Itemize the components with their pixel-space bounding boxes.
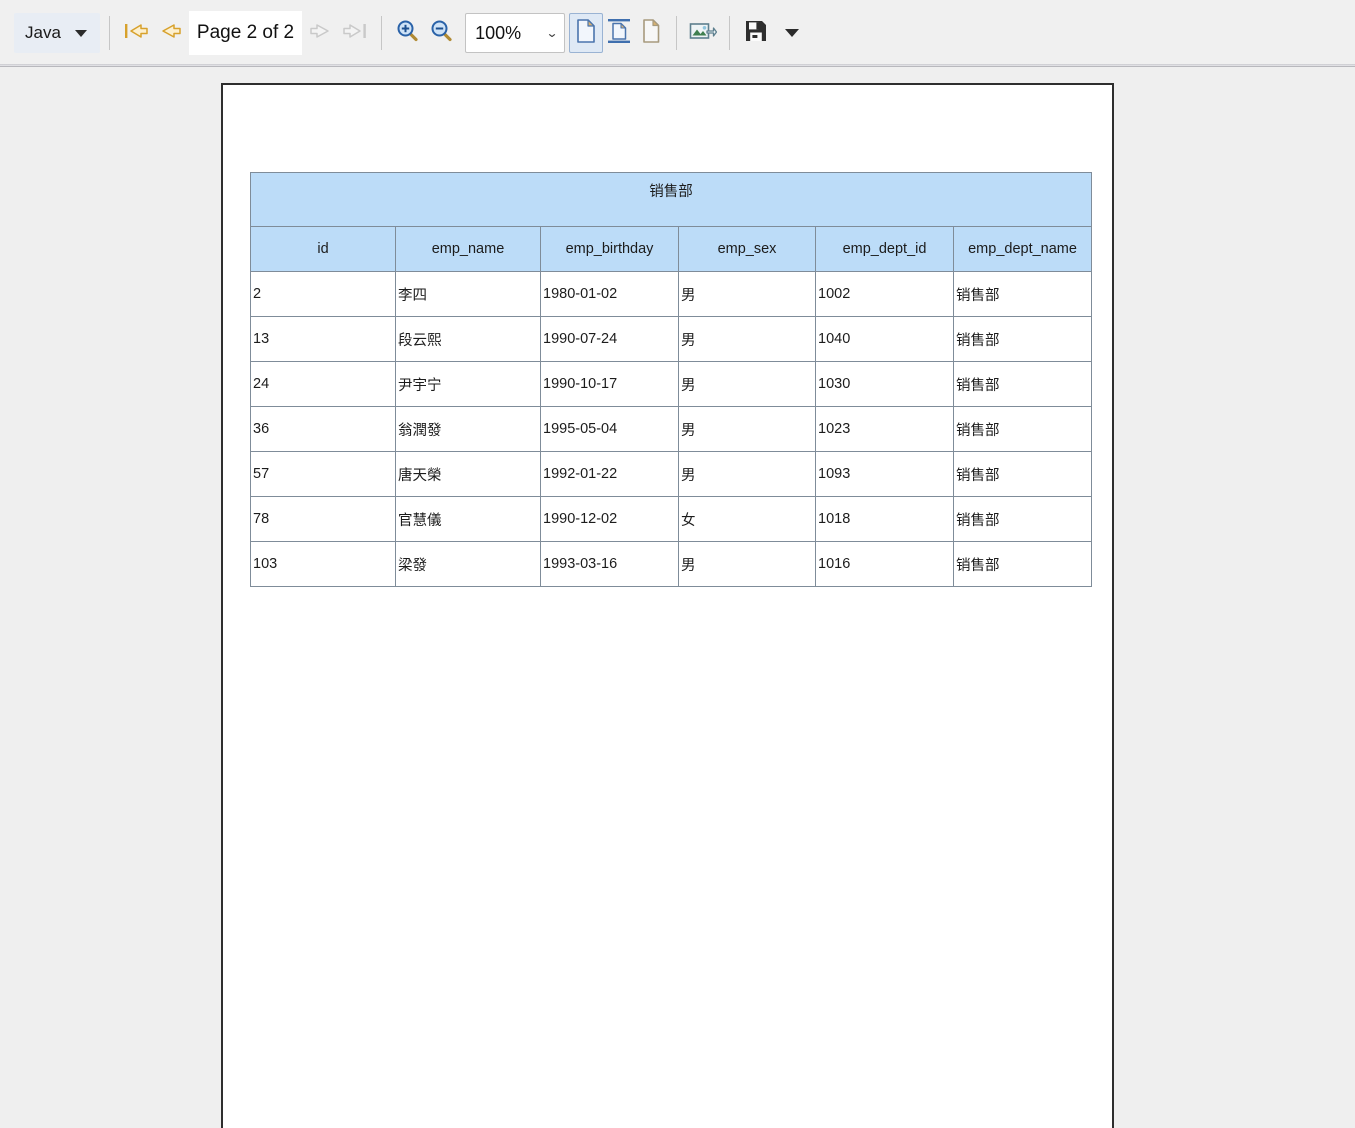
save-button[interactable] bbox=[739, 13, 773, 53]
cell-emp-birthday: 1980-01-02 bbox=[541, 272, 679, 317]
column-header-id: id bbox=[251, 227, 396, 272]
cell-emp-dept-id: 1016 bbox=[816, 542, 954, 587]
table-row: 103 梁發 1993-03-16 男 1016 销售部 bbox=[251, 542, 1092, 587]
zoom-level-value: 100% bbox=[475, 23, 521, 44]
cell-emp-name: 官慧儀 bbox=[396, 497, 541, 542]
table-row: 2 李四 1980-01-02 男 1002 销售部 bbox=[251, 272, 1092, 317]
column-header-emp-dept-name: emp_dept_name bbox=[954, 227, 1092, 272]
column-header-emp-name: emp_name bbox=[396, 227, 541, 272]
toolbar-separator bbox=[676, 16, 677, 50]
cell-emp-sex: 男 bbox=[679, 542, 816, 587]
cell-id: 13 bbox=[251, 317, 396, 362]
cell-emp-dept-name: 销售部 bbox=[954, 452, 1092, 497]
cell-emp-dept-name: 销售部 bbox=[954, 362, 1092, 407]
previous-page-button[interactable] bbox=[153, 13, 187, 53]
table-row: 78 官慧儀 1990-12-02 女 1018 销售部 bbox=[251, 497, 1092, 542]
cell-emp-birthday: 1992-01-22 bbox=[541, 452, 679, 497]
cell-emp-sex: 男 bbox=[679, 272, 816, 317]
cell-emp-dept-id: 1023 bbox=[816, 407, 954, 452]
page-indicator-value: Page 2 of 2 bbox=[197, 22, 294, 44]
cell-emp-birthday: 1993-03-16 bbox=[541, 542, 679, 587]
export-image-icon bbox=[689, 20, 717, 47]
last-page-arrow-icon bbox=[342, 20, 368, 47]
page-indicator-input[interactable]: Page 2 of 2 bbox=[189, 11, 302, 55]
first-page-arrow-icon bbox=[123, 20, 149, 47]
cell-emp-dept-name: 销售部 bbox=[954, 407, 1092, 452]
cell-emp-dept-name: 销售部 bbox=[954, 542, 1092, 587]
cell-emp-dept-name: 销售部 bbox=[954, 497, 1092, 542]
cell-emp-name: 李四 bbox=[396, 272, 541, 317]
cell-emp-sex: 女 bbox=[679, 497, 816, 542]
fit-page-width-button[interactable] bbox=[635, 13, 667, 53]
next-page-arrow-icon bbox=[308, 20, 334, 47]
previous-page-arrow-icon bbox=[157, 20, 183, 47]
cell-emp-dept-id: 1030 bbox=[816, 362, 954, 407]
report-header-row: id emp_name emp_birthday emp_sex emp_dep… bbox=[251, 227, 1092, 272]
document-viewer-area[interactable]: 销售部 id emp_name emp_birthday emp_sex emp… bbox=[0, 67, 1355, 1128]
cell-emp-name: 翁潤發 bbox=[396, 407, 541, 452]
cell-emp-name: 唐天榮 bbox=[396, 452, 541, 497]
actual-size-button[interactable] bbox=[569, 13, 603, 53]
toolbar-separator bbox=[381, 16, 382, 50]
table-row: 57 唐天榮 1992-01-22 男 1093 销售部 bbox=[251, 452, 1092, 497]
cell-emp-dept-id: 1093 bbox=[816, 452, 954, 497]
next-page-button[interactable] bbox=[304, 13, 338, 53]
cell-id: 78 bbox=[251, 497, 396, 542]
first-page-button[interactable] bbox=[119, 13, 153, 53]
cell-emp-dept-name: 销售部 bbox=[954, 317, 1092, 362]
cell-emp-dept-name: 销售部 bbox=[954, 272, 1092, 317]
actual-size-page-icon bbox=[575, 18, 597, 49]
table-row: 36 翁潤發 1995-05-04 男 1023 销售部 bbox=[251, 407, 1092, 452]
table-row: 13 段云熙 1990-07-24 男 1040 销售部 bbox=[251, 317, 1092, 362]
cell-emp-dept-id: 1040 bbox=[816, 317, 954, 362]
cell-emp-birthday: 1995-05-04 bbox=[541, 407, 679, 452]
cell-id: 24 bbox=[251, 362, 396, 407]
viewer-toolbar: Java Page 2 of 2 bbox=[0, 0, 1355, 67]
column-header-emp-sex: emp_sex bbox=[679, 227, 816, 272]
cell-emp-sex: 男 bbox=[679, 407, 816, 452]
floppy-save-icon bbox=[744, 19, 768, 48]
chevron-down-icon bbox=[75, 30, 87, 37]
cell-emp-dept-id: 1018 bbox=[816, 497, 954, 542]
cell-emp-name: 段云熙 bbox=[396, 317, 541, 362]
last-page-button[interactable] bbox=[338, 13, 372, 53]
save-menu-chevron-down-icon[interactable] bbox=[785, 29, 799, 37]
chevron-down-icon: ⌄ bbox=[546, 27, 559, 39]
cell-emp-dept-id: 1002 bbox=[816, 272, 954, 317]
zoom-out-button[interactable] bbox=[425, 13, 459, 53]
cell-emp-sex: 男 bbox=[679, 362, 816, 407]
cell-id: 103 bbox=[251, 542, 396, 587]
cell-emp-birthday: 1990-07-24 bbox=[541, 317, 679, 362]
zoom-in-icon bbox=[396, 19, 420, 48]
document-page: 销售部 id emp_name emp_birthday emp_sex emp… bbox=[221, 83, 1114, 1128]
zoom-out-icon bbox=[430, 19, 454, 48]
cell-id: 57 bbox=[251, 452, 396, 497]
cell-emp-birthday: 1990-10-17 bbox=[541, 362, 679, 407]
cell-emp-name: 尹宇宁 bbox=[396, 362, 541, 407]
language-selector-label: Java bbox=[25, 23, 75, 43]
fit-page-height-icon bbox=[607, 18, 631, 49]
table-row: 24 尹宇宁 1990-10-17 男 1030 销售部 bbox=[251, 362, 1092, 407]
report-title-row: 销售部 bbox=[251, 173, 1092, 227]
language-selector[interactable]: Java bbox=[14, 13, 100, 53]
export-image-button[interactable] bbox=[686, 13, 720, 53]
column-header-emp-dept-id: emp_dept_id bbox=[816, 227, 954, 272]
toolbar-separator bbox=[109, 16, 110, 50]
report-title: 销售部 bbox=[251, 173, 1092, 227]
toolbar-separator bbox=[729, 16, 730, 50]
column-header-emp-birthday: emp_birthday bbox=[541, 227, 679, 272]
report-table: 销售部 id emp_name emp_birthday emp_sex emp… bbox=[250, 172, 1092, 587]
cell-id: 36 bbox=[251, 407, 396, 452]
cell-emp-birthday: 1990-12-02 bbox=[541, 497, 679, 542]
cell-emp-sex: 男 bbox=[679, 317, 816, 362]
cell-emp-name: 梁發 bbox=[396, 542, 541, 587]
fit-page-height-button[interactable] bbox=[603, 13, 635, 53]
cell-emp-sex: 男 bbox=[679, 452, 816, 497]
cell-id: 2 bbox=[251, 272, 396, 317]
zoom-level-combo[interactable]: 100% ⌄ bbox=[465, 13, 565, 53]
fit-page-width-icon bbox=[640, 18, 662, 49]
zoom-in-button[interactable] bbox=[391, 13, 425, 53]
